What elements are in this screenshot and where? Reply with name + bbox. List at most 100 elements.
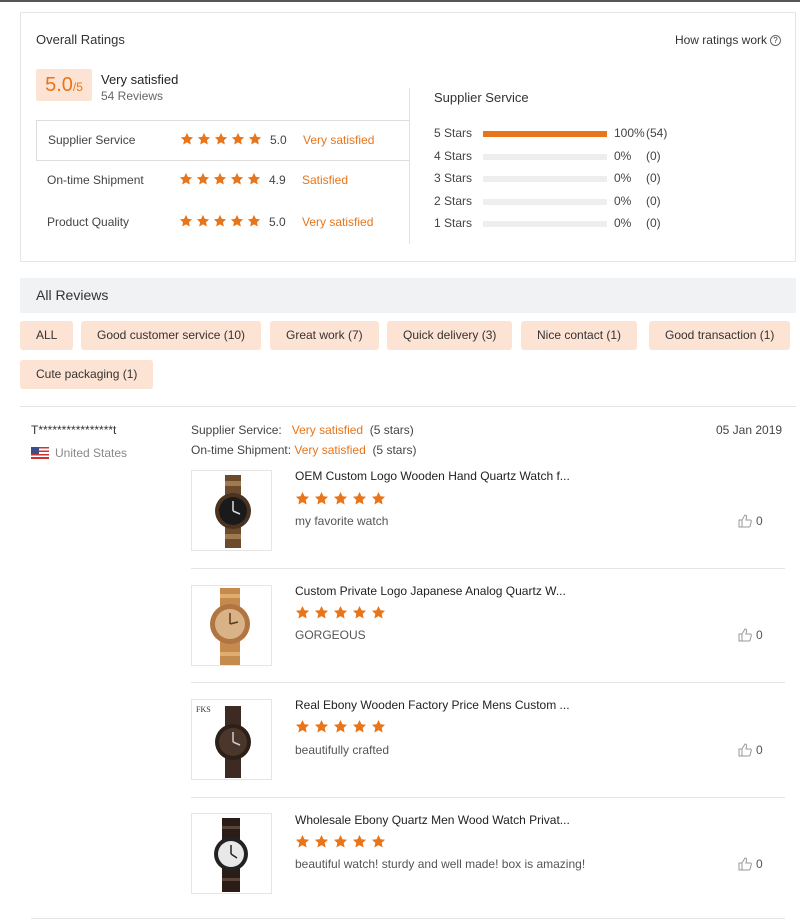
watch-image bbox=[215, 475, 251, 548]
star-icon bbox=[371, 834, 386, 848]
watch-image bbox=[210, 588, 250, 665]
rating-row-label: Product Quality bbox=[47, 215, 130, 229]
rating-row-on-time-shipment[interactable]: On-time Shipment 4.9 Satisfied bbox=[36, 161, 409, 202]
breakdown-bar-fill bbox=[483, 131, 607, 137]
tag-filter-nice-contact[interactable]: Nice contact (1) bbox=[521, 321, 638, 350]
breakdown-row: 1 Stars 0% (0) bbox=[434, 216, 774, 232]
like-button[interactable]: 0 bbox=[738, 628, 763, 642]
tag-filter-quick-delivery[interactable]: Quick delivery (3) bbox=[387, 321, 513, 350]
overall-ratings-title: Overall Ratings bbox=[36, 32, 125, 47]
star-icon bbox=[196, 214, 210, 227]
product-divider bbox=[191, 682, 785, 683]
product-image[interactable] bbox=[191, 470, 272, 551]
star-icon bbox=[352, 834, 367, 848]
rating-row-value: 4.9 bbox=[269, 173, 286, 187]
product-star-rating bbox=[295, 834, 390, 852]
overall-ratings-card: Overall Ratings How ratings work? 5.0/5 … bbox=[20, 12, 796, 262]
star-icon bbox=[197, 132, 211, 145]
product-image[interactable] bbox=[191, 813, 272, 894]
star-icon bbox=[333, 491, 348, 505]
tag-filter-cute-packaging[interactable]: Cute packaging (1) bbox=[20, 360, 154, 389]
thumbs-up-icon bbox=[738, 857, 752, 871]
breakdown-label: 5 Stars bbox=[434, 126, 473, 140]
star-icon bbox=[314, 605, 329, 619]
star-icon bbox=[314, 719, 329, 733]
star-icon bbox=[295, 491, 310, 505]
breakdown-percent: 0% bbox=[614, 149, 632, 163]
thumbs-up-icon bbox=[738, 628, 752, 642]
review-comment: GORGEOUS bbox=[295, 628, 366, 642]
tag-filter-great-work[interactable]: Great work (7) bbox=[270, 321, 379, 350]
product-image[interactable] bbox=[191, 585, 272, 666]
star-rating bbox=[179, 172, 264, 189]
rating-row-product-quality[interactable]: Product Quality 5.0 Very satisfied bbox=[36, 203, 409, 244]
star-icon bbox=[179, 172, 193, 185]
product-divider bbox=[191, 797, 785, 798]
breakdown-bar bbox=[483, 221, 607, 227]
breakdown-count: (0) bbox=[646, 216, 661, 230]
breakdown-count: (54) bbox=[646, 126, 668, 140]
rating-row-value: 5.0 bbox=[269, 215, 286, 229]
like-button[interactable]: 0 bbox=[738, 514, 763, 528]
star-icon bbox=[333, 719, 348, 733]
star-icon bbox=[295, 719, 310, 733]
breakdown-title: Supplier Service bbox=[434, 90, 529, 105]
star-icon bbox=[371, 605, 386, 619]
breakdown-bar bbox=[483, 199, 607, 205]
star-icon bbox=[180, 132, 194, 145]
breakdown-percent: 100% bbox=[614, 126, 645, 140]
brand-logo-text: FKS bbox=[196, 705, 211, 714]
tag-filter-good-customer-service[interactable]: Good customer service (10) bbox=[81, 321, 262, 350]
star-icon bbox=[230, 172, 244, 185]
vertical-divider bbox=[409, 88, 410, 244]
breakdown-percent: 0% bbox=[614, 171, 632, 185]
reviews-divider bbox=[20, 406, 796, 407]
star-icon bbox=[352, 605, 367, 619]
breakdown-bar bbox=[483, 176, 607, 182]
star-icon bbox=[295, 605, 310, 619]
tag-filter-good-transaction[interactable]: Good transaction (1) bbox=[649, 321, 791, 350]
breakdown-label: 3 Stars bbox=[434, 171, 473, 185]
star-icon bbox=[248, 132, 262, 145]
star-icon bbox=[247, 214, 261, 227]
breakdown-row: 4 Stars 0% (0) bbox=[434, 149, 774, 165]
rating-row-text: Satisfied bbox=[302, 173, 349, 187]
product-title-link[interactable]: Custom Private Logo Japanese Analog Quar… bbox=[295, 584, 566, 598]
breakdown-count: (0) bbox=[646, 171, 661, 185]
question-icon: ? bbox=[770, 35, 781, 46]
how-ratings-work-link[interactable]: How ratings work? bbox=[675, 33, 781, 47]
thumbs-up-icon bbox=[738, 743, 752, 757]
product-title-link[interactable]: Real Ebony Wooden Factory Price Mens Cus… bbox=[295, 698, 570, 712]
star-icon bbox=[314, 491, 329, 505]
review-count: 54 Reviews bbox=[101, 89, 164, 103]
product-image[interactable]: FKS bbox=[191, 699, 272, 780]
star-icon bbox=[371, 719, 386, 733]
rating-row-text: Very satisfied bbox=[303, 133, 375, 147]
review-comment: beautiful watch! sturdy and well made! b… bbox=[295, 857, 586, 871]
overall-summary-label: Very satisfied bbox=[101, 72, 179, 87]
rating-row-supplier-service[interactable]: Supplier Service 5.0 Very satisfied bbox=[36, 120, 409, 161]
all-reviews-header: All Reviews bbox=[20, 278, 796, 313]
star-icon bbox=[352, 719, 367, 733]
rating-row-value: 5.0 bbox=[270, 133, 287, 147]
star-icon bbox=[371, 491, 386, 505]
star-icon bbox=[333, 834, 348, 848]
star-icon bbox=[231, 132, 245, 145]
like-button[interactable]: 0 bbox=[738, 857, 763, 871]
breakdown-row: 3 Stars 0% (0) bbox=[434, 171, 774, 187]
like-button[interactable]: 0 bbox=[738, 743, 763, 757]
reviewer-name: T****************t bbox=[31, 423, 117, 437]
star-icon bbox=[295, 834, 310, 848]
breakdown-bar bbox=[483, 131, 607, 137]
product-title-link[interactable]: Wholesale Ebony Quartz Men Wood Watch Pr… bbox=[295, 813, 570, 827]
review-supplier-service: Supplier Service: Very satisfied (5 star… bbox=[191, 423, 414, 437]
breakdown-label: 1 Stars bbox=[434, 216, 473, 230]
all-reviews-title: All Reviews bbox=[36, 287, 109, 303]
tag-filter-all[interactable]: ALL bbox=[20, 321, 74, 350]
review-on-time-shipment: On-time Shipment: Very satisfied (5 star… bbox=[191, 443, 417, 457]
rating-row-label: On-time Shipment bbox=[47, 173, 144, 187]
breakdown-label: 2 Stars bbox=[434, 194, 473, 208]
breakdown-row: 5 Stars 100% (54) bbox=[434, 126, 774, 142]
product-divider bbox=[191, 568, 785, 569]
product-title-link[interactable]: OEM Custom Logo Wooden Hand Quartz Watch… bbox=[295, 469, 570, 483]
